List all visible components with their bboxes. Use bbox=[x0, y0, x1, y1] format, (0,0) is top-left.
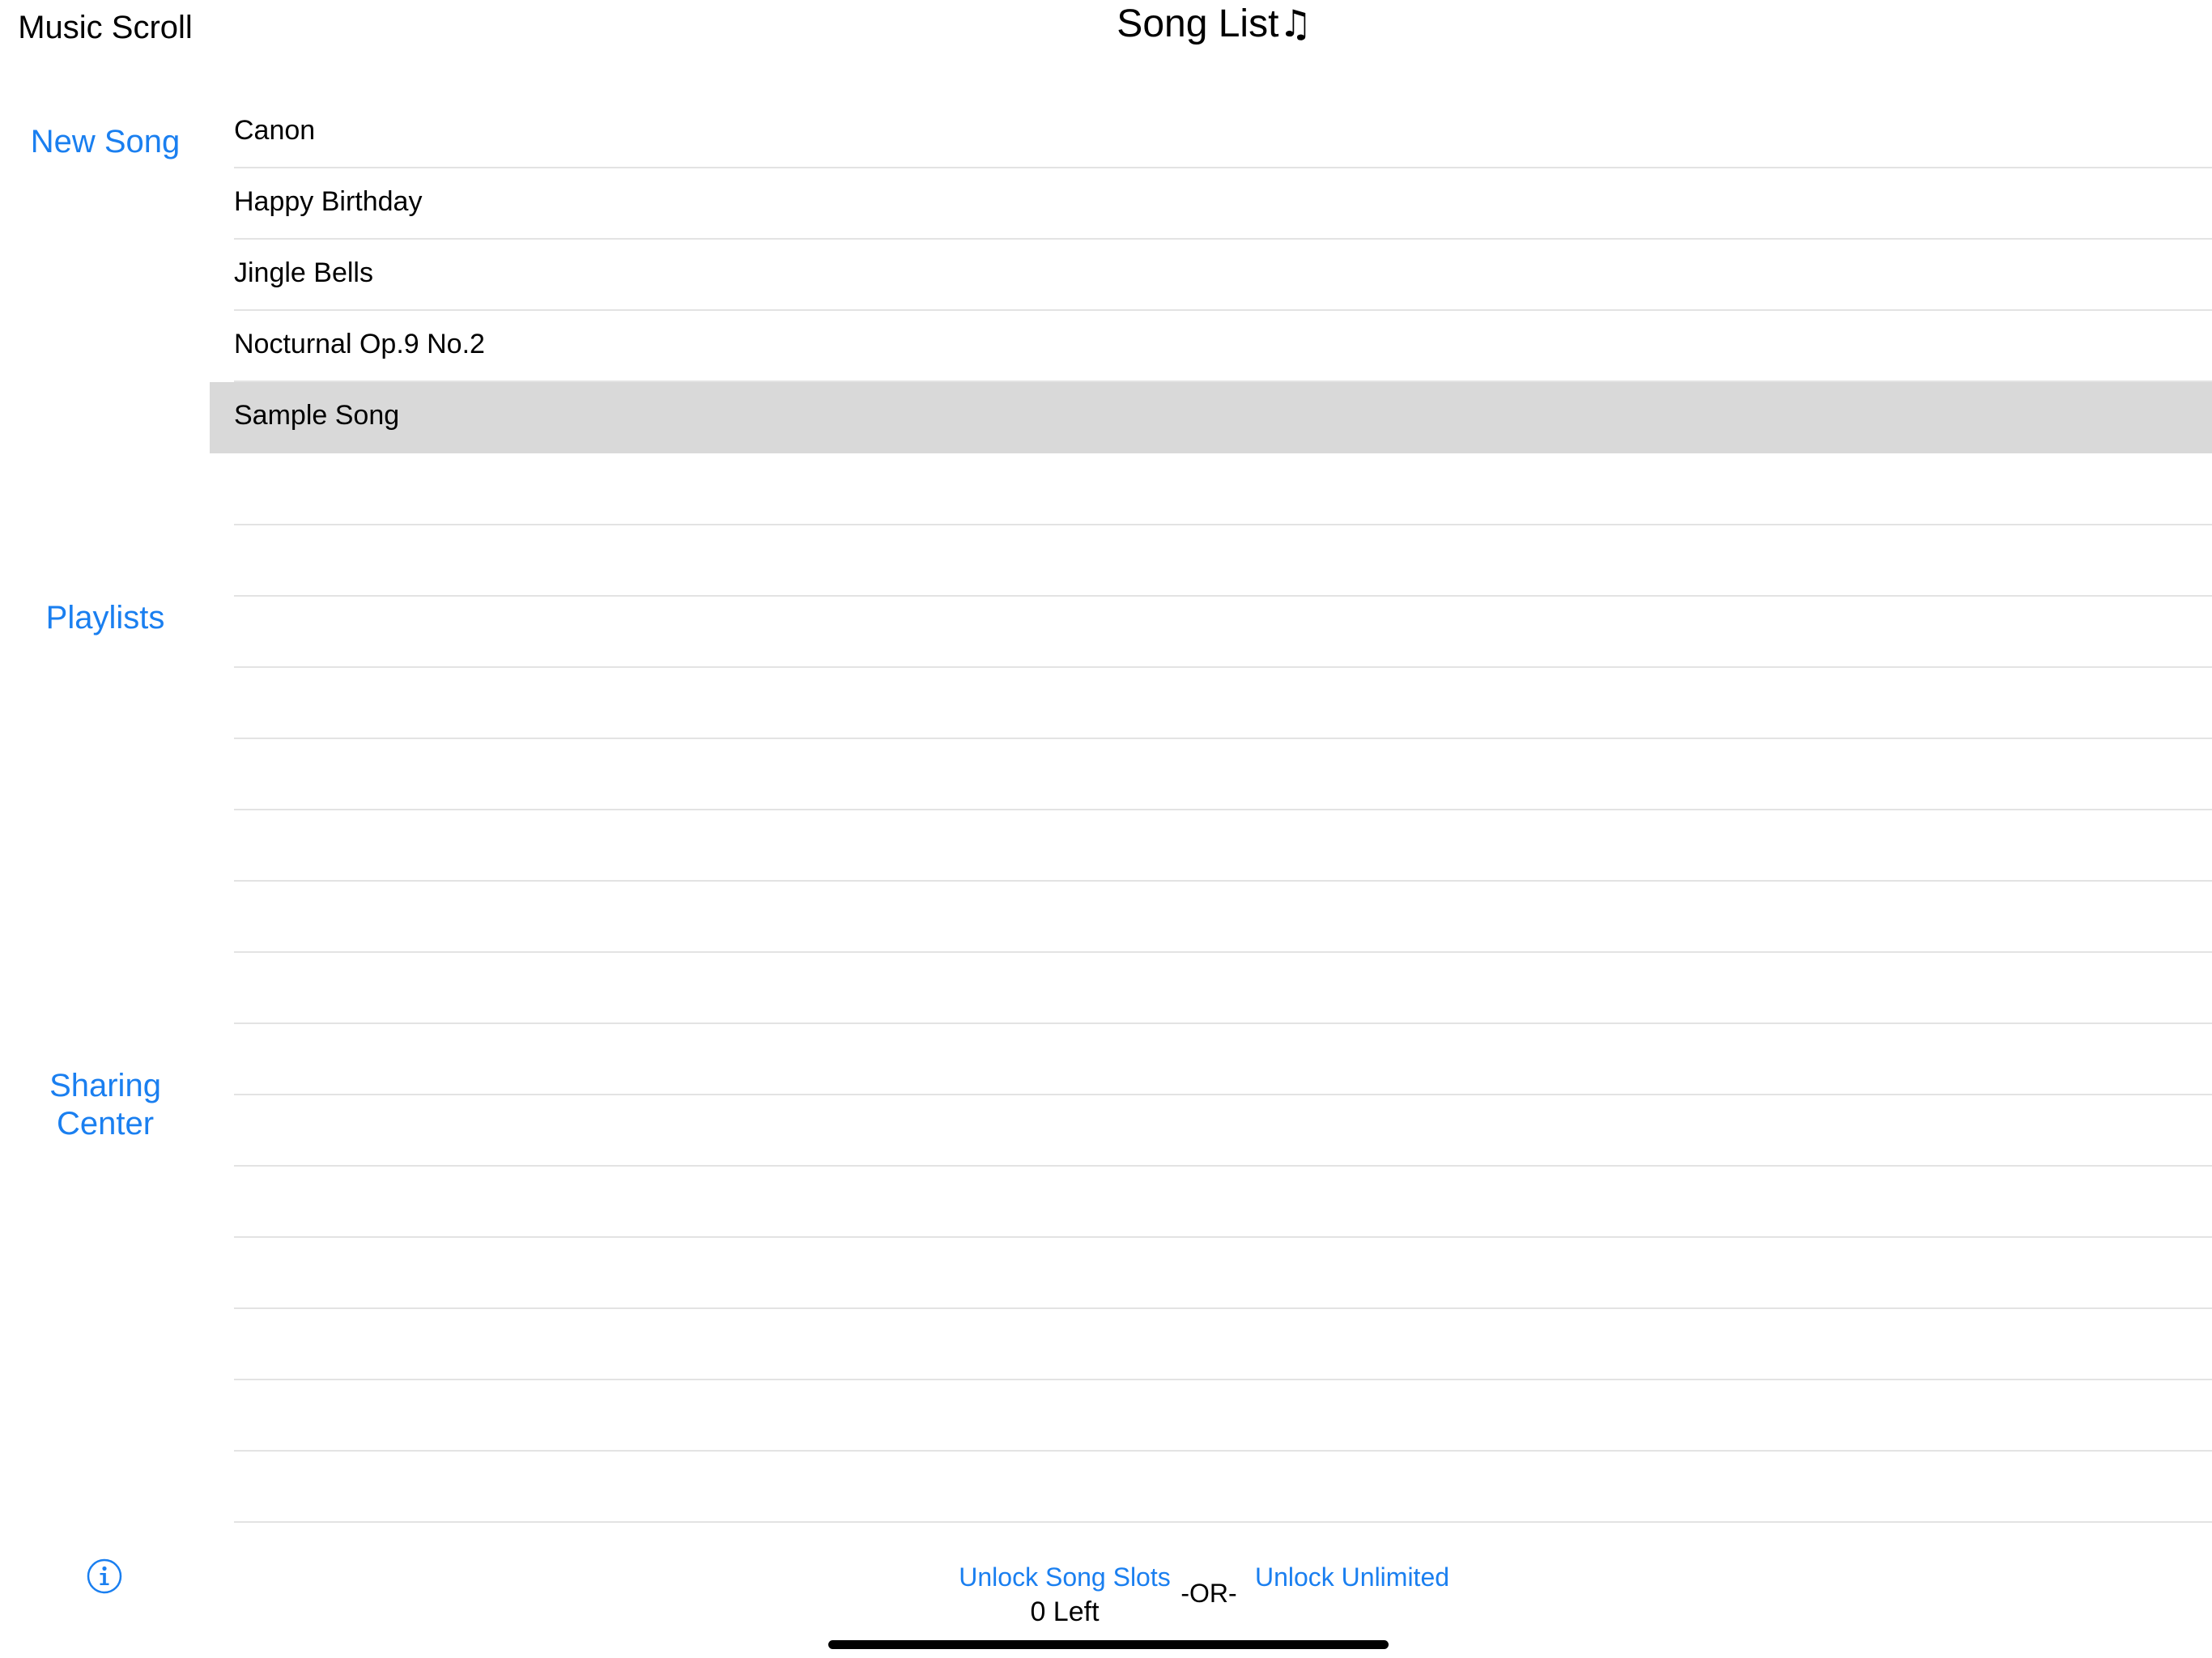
empty-row bbox=[234, 597, 2212, 668]
app-root: Music Scroll Song List♫ New Song Playlis… bbox=[0, 0, 2212, 1658]
empty-rows bbox=[234, 454, 2212, 1523]
empty-row bbox=[234, 1309, 2212, 1380]
song-row[interactable]: Jingle Bells bbox=[234, 240, 2212, 311]
purchase-bar: Unlock Song Slots 0 Left -OR- Unlock Unl… bbox=[0, 1562, 2212, 1627]
music-note-icon: ♫ bbox=[1278, 2, 1312, 45]
song-title: Happy Birthday bbox=[234, 186, 423, 217]
song-row[interactable]: Nocturnal Op.9 No.2 bbox=[234, 311, 2212, 382]
home-indicator bbox=[828, 1640, 1389, 1649]
empty-row bbox=[234, 525, 2212, 597]
song-row[interactable]: Sample Song bbox=[210, 382, 2212, 453]
empty-row bbox=[234, 1380, 2212, 1452]
unlock-song-slots-button[interactable]: Unlock Song Slots bbox=[947, 1562, 1182, 1592]
or-separator: -OR- bbox=[1180, 1579, 1237, 1608]
empty-row bbox=[234, 1024, 2212, 1095]
app-title: Music Scroll bbox=[18, 10, 193, 45]
page-title-text: Song List bbox=[1117, 2, 1279, 45]
empty-row bbox=[234, 882, 2212, 953]
song-title: Jingle Bells bbox=[234, 257, 373, 288]
empty-row bbox=[234, 668, 2212, 739]
song-row[interactable]: Happy Birthday bbox=[234, 168, 2212, 240]
empty-row bbox=[234, 1095, 2212, 1167]
empty-row bbox=[234, 1238, 2212, 1309]
empty-row bbox=[234, 454, 2212, 525]
empty-row bbox=[234, 1452, 2212, 1523]
song-title: Sample Song bbox=[234, 400, 400, 431]
slots-left-count: 0 Left bbox=[1030, 1596, 1100, 1627]
song-row[interactable]: Canon bbox=[234, 97, 2212, 168]
playlists-button[interactable]: Playlists bbox=[0, 599, 211, 637]
empty-row bbox=[234, 739, 2212, 810]
song-title: Nocturnal Op.9 No.2 bbox=[234, 329, 485, 359]
song-list: Canon Happy Birthday Jingle Bells Noctur… bbox=[210, 97, 2212, 453]
song-title: Canon bbox=[234, 115, 316, 146]
new-song-button[interactable]: New Song bbox=[0, 123, 211, 161]
unlock-unlimited-button[interactable]: Unlock Unlimited bbox=[1247, 1562, 1457, 1592]
sharing-center-label-line1: Sharing bbox=[49, 1068, 161, 1103]
sharing-center-label-line2: Center bbox=[56, 1106, 155, 1141]
sharing-center-button[interactable]: Sharing Center bbox=[0, 1067, 211, 1143]
empty-row bbox=[234, 1167, 2212, 1238]
empty-row bbox=[234, 953, 2212, 1024]
empty-row bbox=[234, 810, 2212, 882]
page-title: Song List♫ bbox=[1053, 2, 1376, 46]
